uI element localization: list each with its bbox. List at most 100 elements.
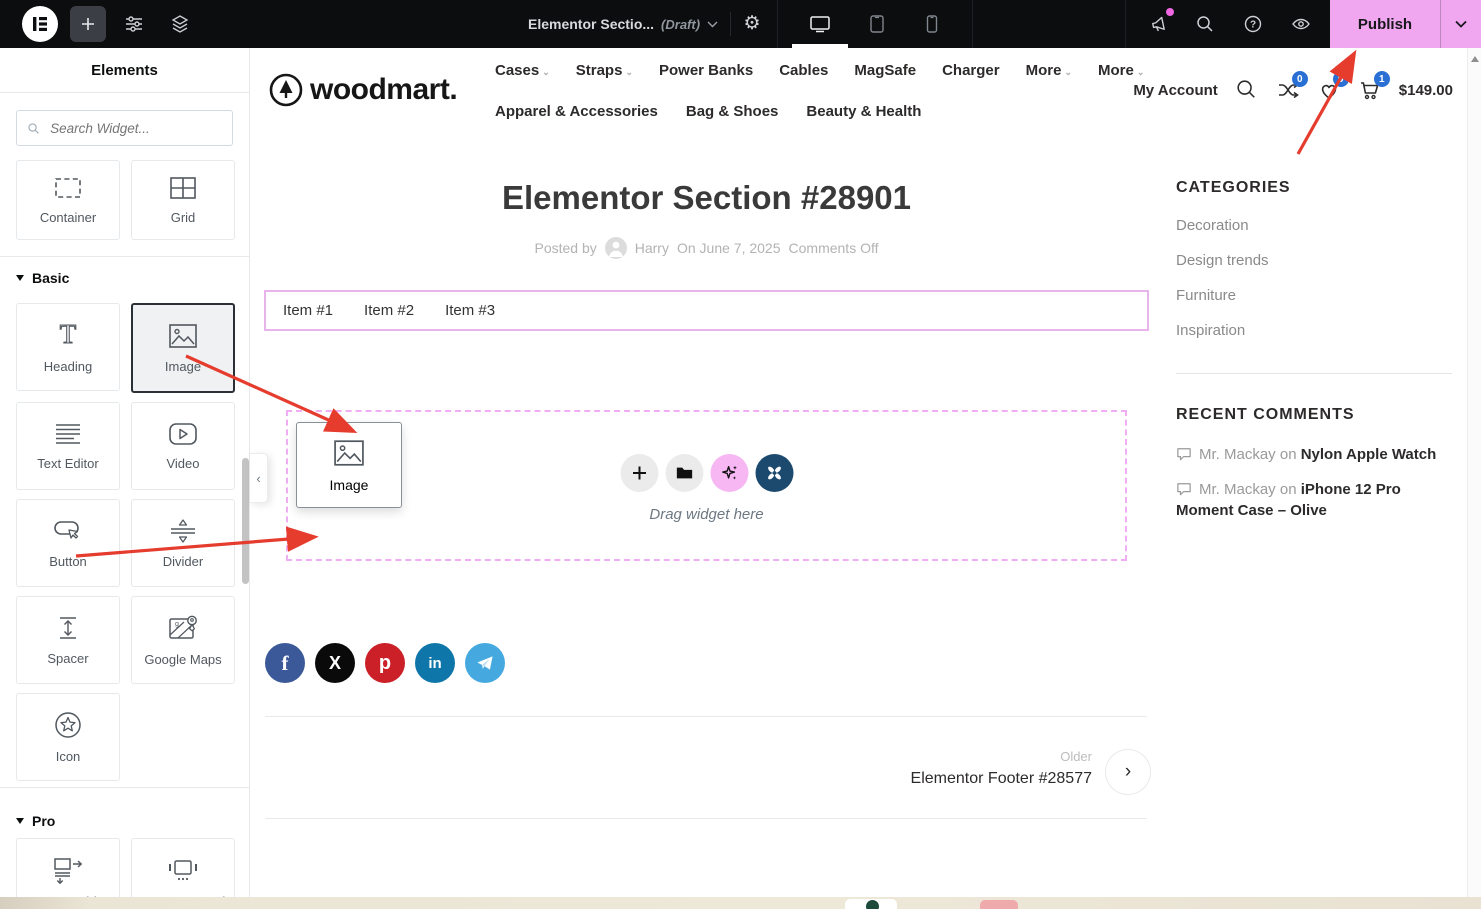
widget-card-text-editor[interactable]: Text Editor: [16, 402, 120, 490]
notification-dot: [1166, 8, 1174, 16]
widget-card-grid[interactable]: Grid: [131, 160, 235, 240]
elementor-logo-button[interactable]: [22, 6, 58, 42]
tab-item-1[interactable]: Item #1: [283, 302, 333, 319]
comment-post-link[interactable]: Nylon Apple Watch: [1301, 446, 1437, 463]
publish-label: Publish: [1358, 16, 1412, 33]
author-avatar: [605, 237, 627, 259]
comment-item: Mr. Mackay on Nylon Apple Watch: [1176, 444, 1454, 465]
comment-author: Mr. Mackay: [1199, 481, 1276, 498]
category-link-design-trends[interactable]: Design trends: [1176, 250, 1269, 271]
panel-scrollbar-thumb[interactable]: [242, 458, 249, 584]
device-tablet-icon[interactable]: [868, 14, 888, 34]
post-nav-link[interactable]: Elementor Footer #28577: [692, 770, 1092, 788]
post-nav-next-button[interactable]: ›: [1105, 749, 1151, 795]
device-desktop-icon[interactable]: [809, 14, 829, 34]
widget-label: Container: [40, 210, 96, 225]
x-share-button[interactable]: X: [315, 643, 355, 683]
widget-card-spacer[interactable]: Spacer: [16, 596, 120, 684]
page-title: Elementor Section #28901: [264, 179, 1149, 217]
whats-new-megaphone-icon[interactable]: [1150, 14, 1170, 34]
grid-icon: [167, 175, 199, 201]
svg-text:?: ?: [1250, 20, 1256, 31]
site-settings-sliders-icon[interactable]: [124, 14, 144, 34]
divider: [265, 818, 1147, 819]
section-label: Basic: [32, 270, 69, 286]
widget-card-container[interactable]: Container: [16, 160, 120, 240]
image-icon: [167, 322, 199, 350]
add-section-button[interactable]: [620, 454, 658, 492]
site-search-icon[interactable]: [1235, 78, 1259, 102]
publish-button[interactable]: Publish: [1330, 0, 1440, 48]
category-link-furniture[interactable]: Furniture: [1176, 285, 1269, 306]
help-icon[interactable]: ?: [1243, 14, 1263, 34]
comment-author: Mr. Mackay: [1199, 446, 1276, 463]
publish-options-button[interactable]: [1441, 0, 1481, 48]
widget-search-input[interactable]: [48, 120, 222, 137]
search-icon: [27, 121, 40, 136]
pinterest-share-button[interactable]: p: [365, 643, 405, 683]
section-pro[interactable]: Pro: [16, 813, 55, 829]
category-link-inspiration[interactable]: Inspiration: [1176, 320, 1269, 341]
widget-card-button[interactable]: Button: [16, 499, 120, 587]
facebook-share-button[interactable]: f: [265, 643, 305, 683]
widget-search-box: [16, 110, 233, 146]
structure-layers-icon[interactable]: [170, 14, 190, 34]
divider: [1176, 373, 1452, 374]
ai-builder-button[interactable]: [710, 454, 748, 492]
template-library-button[interactable]: [665, 454, 703, 492]
finder-search-icon[interactable]: [1195, 14, 1215, 34]
layout-widgets-grid: Container Grid: [0, 160, 250, 240]
document-status: (Draft): [661, 17, 700, 32]
svg-text:g: g: [175, 621, 179, 628]
author-name[interactable]: Harry: [635, 240, 669, 256]
sparkles-icon: [719, 463, 739, 483]
preview-eye-icon[interactable]: [1291, 14, 1311, 34]
widget-card-divider[interactable]: Divider: [131, 499, 235, 587]
spacer-icon: [52, 614, 84, 642]
telegram-share-button[interactable]: [465, 643, 505, 683]
google-maps-icon: g: [166, 613, 200, 643]
categories-title: CATEGORIES: [1176, 179, 1291, 197]
editor-drop-zone[interactable]: Image: [286, 410, 1127, 561]
image-icon: [331, 438, 367, 468]
collapse-triangle-icon: [16, 275, 24, 281]
wishlist-count-badge: 0: [1333, 71, 1349, 87]
tab-item-3[interactable]: Item #3: [445, 302, 495, 319]
document-settings-gear-icon[interactable]: ⚙: [742, 14, 762, 34]
addon-library-button[interactable]: [755, 454, 793, 492]
widget-label: Image: [330, 477, 369, 493]
category-link-decoration[interactable]: Decoration: [1176, 215, 1269, 236]
widget-label: Grid: [171, 210, 196, 225]
widget-card-image[interactable]: Image: [131, 303, 235, 393]
widget-card-heading[interactable]: T Heading: [16, 303, 120, 391]
compare-icon[interactable]: 0: [1276, 78, 1300, 102]
add-new-element-button[interactable]: [70, 6, 106, 42]
widget-card-video[interactable]: Video: [131, 402, 235, 490]
device-mobile-icon[interactable]: [924, 14, 944, 34]
section-basic[interactable]: Basic: [16, 270, 69, 286]
panel-collapse-handle[interactable]: ‹: [250, 453, 268, 503]
widget-card-icon[interactable]: Icon: [16, 693, 120, 781]
widget-card-google-maps[interactable]: g Google Maps: [131, 596, 235, 684]
dragged-image-widget[interactable]: Image: [296, 422, 402, 508]
dropzone-actions: [620, 454, 793, 492]
loop-grid-icon: [51, 855, 85, 885]
wishlist-heart-icon[interactable]: 0: [1317, 78, 1341, 102]
widget-label: Heading: [44, 359, 92, 374]
preview-scrollbar[interactable]: [1467, 48, 1481, 909]
tab-item-2[interactable]: Item #2: [364, 302, 414, 319]
chevron-right-icon: ›: [1125, 761, 1131, 783]
cart-icon[interactable]: 1: [1358, 78, 1382, 102]
widget-label: Button: [49, 554, 87, 569]
drag-widget-hint: Drag widget here: [288, 506, 1125, 523]
banner-green-dot: [866, 900, 879, 909]
document-title-switcher[interactable]: Elementor Sectio... (Draft): [528, 0, 718, 48]
post-nav-direction: Older: [792, 749, 1092, 764]
scroll-up-arrow-icon[interactable]: [1471, 56, 1479, 62]
widgets-panel: Elements Container Grid: [0, 48, 250, 909]
post-meta: Posted by Harry On June 7, 2025 Comments…: [264, 237, 1149, 259]
pinterest-icon: p: [379, 652, 391, 675]
linkedin-share-button[interactable]: in: [415, 643, 455, 683]
page-preview: woodmart. Cases⌄ Straps⌄ Power Banks Cab…: [250, 48, 1481, 909]
banner-pink-button: [980, 900, 1018, 909]
